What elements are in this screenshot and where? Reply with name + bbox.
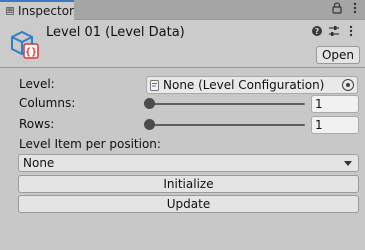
columns-label: Columns: — [19, 96, 76, 110]
inspector-header: {} Level 01 (Level Data) ? Open — [0, 20, 365, 68]
level-value: None (Level Configuration) — [163, 78, 325, 92]
open-button[interactable]: Open — [316, 46, 360, 64]
columns-number-field[interactable]: 1 — [311, 95, 359, 113]
svg-text:?: ? — [315, 27, 320, 36]
asset-title: Level 01 (Level Data) — [46, 25, 185, 40]
info-icon — [6, 7, 15, 15]
initialize-button[interactable]: Initialize — [18, 175, 359, 193]
object-picker-icon[interactable] — [342, 79, 354, 91]
preset-sliders-icon[interactable] — [328, 25, 340, 40]
kebab-menu-icon[interactable] — [349, 2, 361, 17]
rows-slider-track[interactable] — [149, 124, 305, 126]
columns-slider-thumb[interactable] — [143, 98, 155, 109]
rows-row: Rows: 1 — [0, 116, 365, 134]
level-item-label-row: Level Item per position: — [0, 136, 365, 154]
columns-row: Columns: 1 — [0, 95, 365, 113]
level-label: Level: — [19, 77, 55, 91]
level-item-label: Level Item per position: — [19, 137, 161, 151]
level-object-field[interactable]: None (Level Configuration) — [146, 76, 358, 94]
rows-label: Rows: — [19, 117, 55, 131]
rows-number-field[interactable]: 1 — [311, 116, 359, 134]
scriptable-object-icon: {} — [11, 30, 39, 59]
level-item-dropdown[interactable]: None — [18, 154, 359, 172]
level-item-row: None — [0, 154, 365, 172]
update-button[interactable]: Update — [18, 195, 359, 213]
level-item-selected: None — [23, 156, 55, 170]
script-file-icon — [150, 79, 159, 91]
columns-slider-track[interactable] — [149, 103, 305, 105]
svg-text:{}: {} — [25, 47, 37, 58]
level-row: Level: None (Level Configuration) — [0, 76, 365, 94]
window-tabbar: Inspector — [0, 0, 365, 20]
rows-slider-thumb[interactable] — [143, 119, 155, 130]
help-icon[interactable]: ? — [311, 25, 323, 40]
lock-icon[interactable] — [331, 2, 343, 17]
chevron-down-icon — [344, 161, 352, 166]
tab-inspector[interactable]: Inspector — [0, 0, 74, 20]
kebab-menu-icon[interactable] — [345, 25, 357, 40]
tab-label: Inspector — [18, 4, 74, 18]
inspector-body: Level: None (Level Configuration) Column… — [0, 69, 365, 250]
